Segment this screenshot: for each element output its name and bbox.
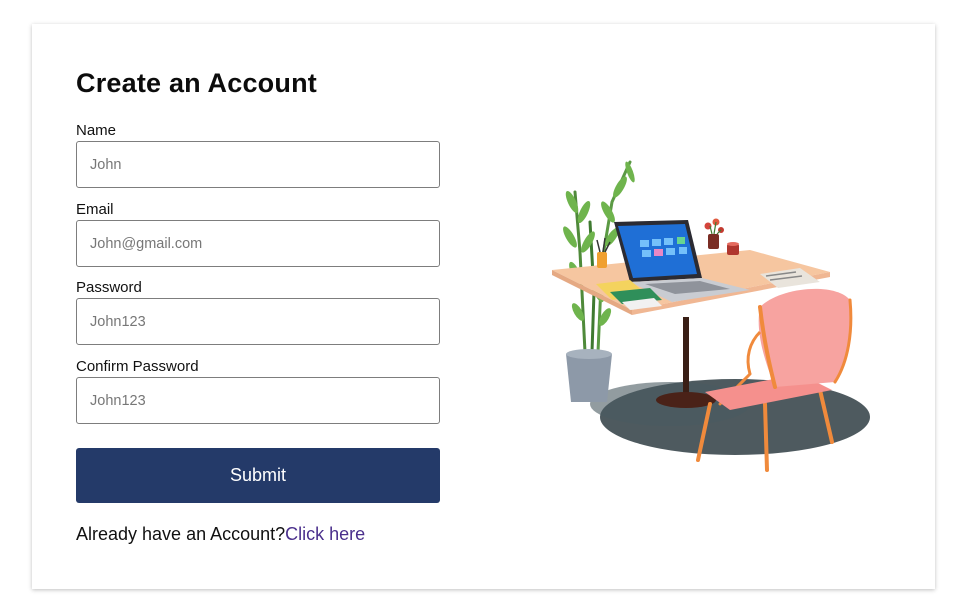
plant-pot xyxy=(566,354,612,402)
email-label: Email xyxy=(76,201,114,218)
table-leg xyxy=(683,317,689,397)
mug-icon xyxy=(727,242,739,255)
name-label: Name xyxy=(76,122,117,139)
name-input[interactable] xyxy=(76,141,440,188)
login-link[interactable]: Click here xyxy=(285,524,365,544)
name-field-group: Name xyxy=(76,121,440,188)
confirm-password-input[interactable] xyxy=(76,377,440,424)
email-input[interactable] xyxy=(76,220,440,267)
desk-illustration xyxy=(552,160,870,472)
flower-vase-icon xyxy=(704,218,724,249)
signup-card: Create an Account Name Email Password Co… xyxy=(32,24,935,589)
login-prompt-text: Already have an Account? xyxy=(76,524,286,544)
table-base xyxy=(656,392,716,408)
confirm-password-label: Confirm Password xyxy=(76,358,199,375)
password-label: Password xyxy=(76,279,142,296)
page-title: Create an Account xyxy=(76,68,317,98)
password-input[interactable] xyxy=(76,298,440,345)
confirm-password-field-group: Confirm Password xyxy=(76,357,440,424)
email-field-group: Email xyxy=(76,200,440,267)
password-field-group: Password xyxy=(76,278,440,345)
login-prompt: Already have an Account?Click here xyxy=(76,524,365,545)
submit-button[interactable]: Submit xyxy=(76,448,440,503)
